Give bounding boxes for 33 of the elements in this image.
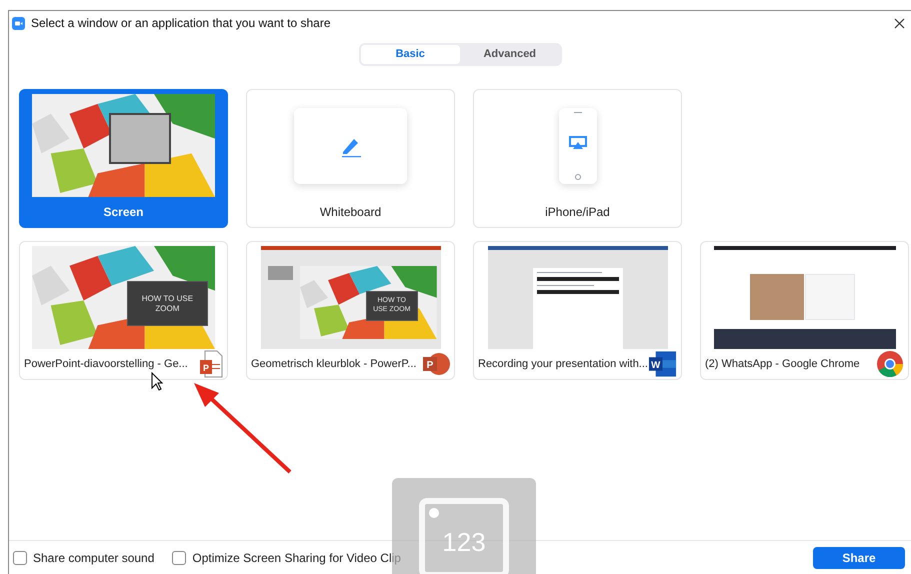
tab[interactable]: Advanced xyxy=(460,45,560,64)
checkbox-label: Share computer sound xyxy=(33,550,154,566)
home-button-icon xyxy=(574,174,580,180)
slide-title: HOW TO USE ZOOM xyxy=(140,294,194,314)
share-source-tile[interactable]: Whiteboard xyxy=(246,89,455,228)
app-logo-icon xyxy=(12,16,25,30)
tab[interactable]: Basic xyxy=(360,45,460,64)
window-title: Select a window or an application that you want to share xyxy=(31,15,332,32)
source-label: iPhone/iPad xyxy=(545,204,610,221)
source-label: Screen xyxy=(103,204,144,221)
share-source-tile[interactable]: (2) WhatsApp - Google Chrome xyxy=(700,241,909,380)
close-icon[interactable] xyxy=(894,18,905,28)
checkbox-label: Optimize Screen Sharing for Video Clip xyxy=(192,550,401,566)
photo-placeholder xyxy=(750,274,804,320)
checkbox[interactable] xyxy=(172,550,186,564)
drag-preview-text: 123 xyxy=(442,526,486,558)
source-label: Geometrisch kleurblok - PowerP... xyxy=(251,356,416,372)
source-label: (2) WhatsApp - Google Chrome xyxy=(705,356,860,372)
source-label: PowerPoint-diavoorstelling - Ge... xyxy=(24,356,188,372)
mouse-cursor-icon xyxy=(151,372,163,391)
share-source-tile[interactable]: Recording your presentation with... W xyxy=(473,241,682,380)
share-source-tile[interactable]: iPhone/iPad xyxy=(473,89,682,228)
video-window-placeholder xyxy=(108,112,172,164)
share-button[interactable]: Share xyxy=(813,546,905,568)
source-label: Whiteboard xyxy=(320,204,382,221)
share-source-tile[interactable]: Screen xyxy=(19,89,228,228)
airplay-icon xyxy=(568,136,586,150)
web-card-drawing xyxy=(804,274,856,320)
slide-thumbnail-placeholder xyxy=(268,266,293,280)
checkbox[interactable] xyxy=(13,550,27,564)
browser-app-icon xyxy=(876,350,904,378)
source-label: Recording your presentation with... xyxy=(478,356,648,372)
share-source-tile[interactable]: HOW TO USE ZOOM PowerPoint-diavoorstelling - Ge... P xyxy=(19,241,228,380)
